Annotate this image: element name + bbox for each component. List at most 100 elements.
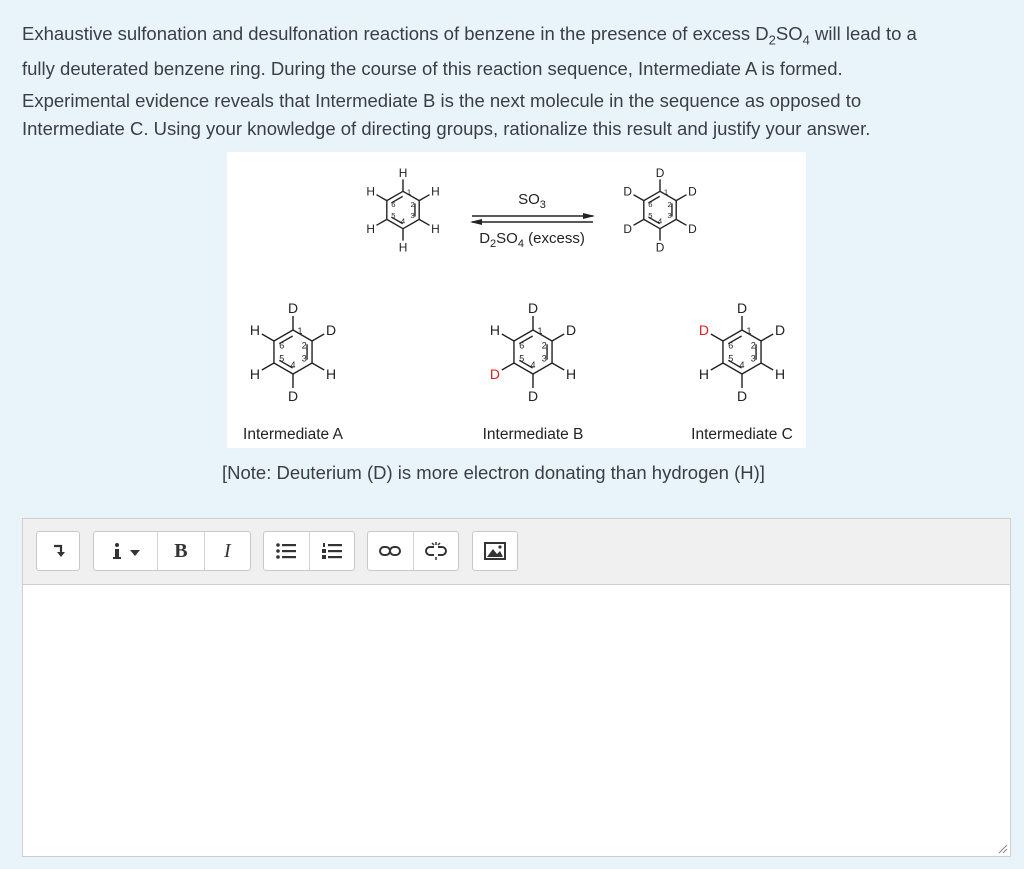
unordered-list-button[interactable] [264,532,310,570]
atom-label: D [656,166,665,180]
position-number: 2 [410,200,414,209]
question-line-4: Intermediate C. Using your knowledge of … [22,118,871,139]
question-line-2: fully deuterated benzene ring. During th… [22,57,843,79]
resize-handle-icon[interactable] [998,844,1008,854]
position-number: 6 [279,341,284,351]
benzene-intermediate-b: D 1 D 2 H 3 D 4 D 5 H 6 [490,300,576,404]
caption-intermediate-a: Intermediate A [243,426,344,443]
position-number: 2 [751,341,756,351]
atom-label: D [737,300,747,316]
collapse-toolbar-icon [54,544,65,557]
position-number: 3 [542,354,547,364]
unlink-icon [424,542,447,560]
position-number: 3 [302,354,307,364]
caption-intermediate-c: Intermediate C [691,426,793,443]
caption-intermediate-b: Intermediate B [483,426,584,443]
benzene-intermediate-c: D 1 D 2 H 3 D 4 H 5 D 6 [699,300,785,404]
position-number: 3 [751,354,756,364]
reagent-so3: SO3 [518,191,546,211]
atom-label: D [528,300,538,316]
atom-label: H [250,366,260,382]
position-number: 5 [728,354,733,364]
answer-editor: B I [22,518,1011,857]
atom-label: D [623,185,632,199]
atom-label: H [399,166,408,180]
position-number: 5 [519,354,524,364]
toolbar-group-lists [263,531,355,571]
question-paragraph-1: Exhaustive sulfonation and desulfonation… [22,20,1007,83]
position-number: 6 [648,200,652,209]
benzene-intermediate-a: D 1 D 2 H 3 D 4 H 5 H 6 [250,300,336,404]
position-number: 4 [739,360,744,370]
position-number: 4 [290,360,295,370]
atom-label: D [288,300,298,316]
position-number: 1 [537,326,542,336]
editor-toolbar: B I [23,519,1010,585]
position-number: 6 [519,341,524,351]
position-number: 4 [530,360,535,370]
info-dropdown-button[interactable] [94,532,159,570]
reaction-figure: H1H2H3H4H5H6D1D2D3D4D5D6D1D2H3D4H5H6D1D2… [227,152,806,448]
atom-label: H [326,366,336,382]
position-number: 2 [542,341,547,351]
atom-label: H [490,322,500,338]
position-number: 5 [391,211,395,220]
italic-button[interactable]: I [205,532,250,570]
ordered-list-icon [321,543,342,559]
unlink-button[interactable] [414,532,459,570]
atom-label: D [490,366,500,382]
position-number: 4 [401,217,406,226]
atom-label: D [737,388,747,404]
image-button[interactable] [473,532,517,570]
position-number: 1 [664,188,668,197]
position-number: 5 [648,211,652,220]
position-number: 3 [667,211,671,220]
reagent-d2so4: D2SO4 (excess) [479,230,585,250]
atom-label: D [528,388,538,404]
question-line-1: Exhaustive sulfonation and desulfonation… [22,23,917,48]
reaction-scheme: H1 H2H3H4H5H6D1 D2D3D4D5D6D1 D2H3D4H5H6D1 D2… [243,166,793,443]
toolbar-group-collapse [36,531,80,571]
position-number: 6 [391,200,395,209]
atom-label: D [566,322,576,338]
link-button[interactable] [368,532,414,570]
atom-label: D [326,322,336,338]
position-number: 2 [667,200,671,209]
position-number: 1 [297,326,302,336]
benzene-reactant: H 1 H 2 H 3 H 4 H 5 H 6 [366,166,439,255]
info-dropdown-icon [112,543,140,559]
question-paragraph-2: Experimental evidence reveals that Inter… [22,87,1007,143]
link-icon [379,546,402,556]
atom-label: H [399,241,408,255]
image-icon [484,542,506,560]
atom-label: D [288,388,298,404]
position-number: 1 [407,188,411,197]
toolbar-group-format: B I [93,531,251,571]
ordered-list-button[interactable] [310,532,355,570]
atom-label: H [431,185,440,199]
position-number: 3 [410,211,414,220]
atom-label: H [775,366,785,382]
collapse-toolbar-button[interactable] [37,532,79,570]
atom-label: H [250,322,260,338]
atom-label: D [688,222,697,236]
atom-label: H [366,185,375,199]
toolbar-group-media [472,531,518,571]
toolbar-group-links [367,531,459,571]
unordered-list-icon [276,543,297,559]
equilibrium-arrows [470,213,595,225]
atom-label: D [775,322,785,338]
position-number: 1 [746,326,751,336]
position-number: 5 [279,354,284,364]
position-number: 2 [302,341,307,351]
benzene-product: D 1 D 2 D 3 D 4 D 5 D 6 [623,166,697,255]
atom-label: D [656,241,665,255]
atom-label: H [566,366,576,382]
atom-label: H [431,222,440,236]
atom-label: D [688,185,697,199]
bold-button[interactable]: B [158,532,205,570]
position-number: 6 [728,341,733,351]
atom-label: H [699,366,709,382]
atom-label: D [699,322,709,338]
answer-text-area[interactable] [23,585,1010,856]
